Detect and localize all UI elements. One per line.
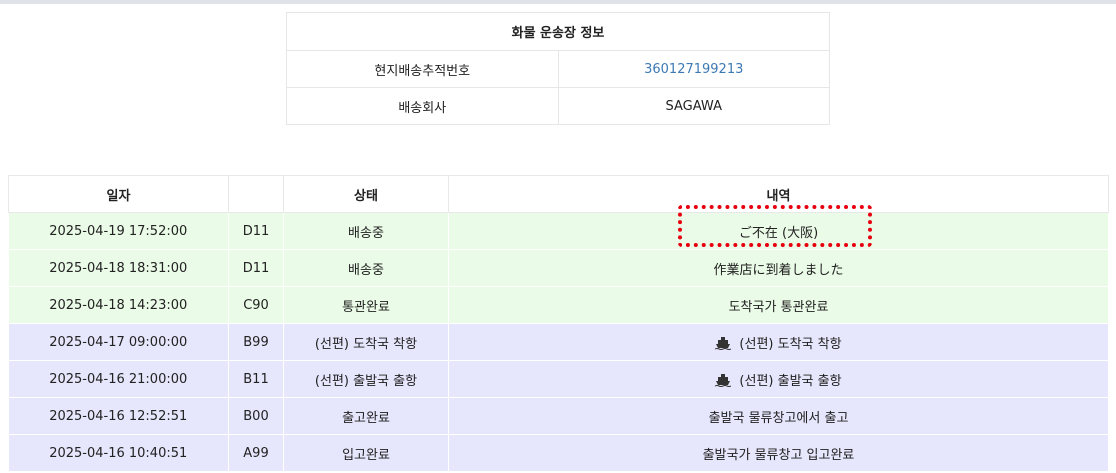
tracking-number-label: 현지배송추적번호 xyxy=(286,50,559,88)
row-code-text: B11 xyxy=(243,371,269,387)
row-status-text: 출고완료 xyxy=(342,410,390,426)
row-code: D11 xyxy=(228,249,284,287)
row-code: C90 xyxy=(228,286,284,324)
row-date-text: 2025-04-18 18:31:00 xyxy=(49,260,188,276)
row-status-text: (선편) 도착국 착항 xyxy=(314,336,418,352)
table-row: 2025-04-16 10:40:51 A99 입고완료 출발국가 물류창고 입고완료 xyxy=(8,434,1109,472)
row-date: 2025-04-18 18:31:00 xyxy=(8,249,229,287)
tracking-history-table: 일자 상태 내역 2025-04-19 17:52:00 D11 배송중 ご不在 (大… xyxy=(8,175,1109,472)
row-code-text: D11 xyxy=(242,260,270,276)
row-code-text: C90 xyxy=(243,297,269,313)
row-status-text: (선편) 출발국 출항 xyxy=(314,373,418,389)
table-row: 2025-04-19 17:52:00 D11 배송중 ご不在 (大阪) xyxy=(8,212,1109,250)
table-row: 2025-04-18 18:31:00 D11 배송중 作業店に到着しました xyxy=(8,249,1109,287)
row-status-text: 입고완료 xyxy=(342,447,390,463)
row-detail-text: 출발국 물류창고에서 출고 xyxy=(708,410,849,426)
row-date-text: 2025-04-16 10:40:51 xyxy=(49,445,188,461)
table-row: 2025-04-16 21:00:00 B11 (선편) 출발국 출항 (선편) 출발… xyxy=(8,360,1109,398)
tracking-number-value: 360127199213 xyxy=(557,50,830,88)
row-status: (선편) 출발국 출항 xyxy=(283,360,449,398)
ship-icon xyxy=(715,336,732,350)
row-detail-text: (선편) 도착국 착항 xyxy=(739,336,842,352)
row-code: B00 xyxy=(228,397,284,435)
top-border xyxy=(0,0,1116,4)
row-date: 2025-04-16 10:40:51 xyxy=(8,434,229,472)
row-detail: ご不在 (大阪) xyxy=(448,212,1109,250)
carrier-label: 배송회사 xyxy=(286,87,559,125)
row-detail-text: 도착국가 통관완료 xyxy=(728,299,829,315)
row-date: 2025-04-19 17:52:00 xyxy=(8,212,229,250)
column-header-date: 일자 xyxy=(8,175,229,213)
row-detail: 도착국가 통관완료 xyxy=(448,286,1109,324)
row-status: 배송중 xyxy=(283,212,449,250)
row-date-text: 2025-04-17 09:00:00 xyxy=(49,334,188,350)
row-code-text: A99 xyxy=(243,445,269,461)
row-status: 통관완료 xyxy=(283,286,449,324)
row-code-text: B00 xyxy=(243,408,269,424)
shipment-info-title: 화물 운송장 정보 xyxy=(286,12,830,51)
tracking-number-link[interactable]: 360127199213 xyxy=(644,62,743,77)
table-row: 2025-04-16 12:52:51 B00 출고완료 출발국 물류창고에서 출고 xyxy=(8,397,1109,435)
row-detail-text: ご不在 (大阪) xyxy=(738,225,819,241)
row-code: A99 xyxy=(228,434,284,472)
row-status: 출고완료 xyxy=(283,397,449,435)
shipment-info-row: 배송회사 SAGAWA xyxy=(286,87,830,125)
table-row: 2025-04-18 14:23:00 C90 통관완료 도착국가 통관완료 xyxy=(8,286,1109,324)
row-detail: (선편) 도착국 착항 xyxy=(448,323,1109,361)
row-detail-text: 출발국가 물류창고 입고완료 xyxy=(702,447,855,463)
row-status-text: 통관완료 xyxy=(342,299,390,315)
row-detail: 作業店に到着しました xyxy=(448,249,1109,287)
row-status-text: 배송중 xyxy=(348,262,384,278)
row-detail: 출발국 물류창고에서 출고 xyxy=(448,397,1109,435)
row-date-text: 2025-04-18 14:23:00 xyxy=(49,297,188,313)
row-date: 2025-04-16 12:52:51 xyxy=(8,397,229,435)
row-date: 2025-04-17 09:00:00 xyxy=(8,323,229,361)
carrier-value: SAGAWA xyxy=(557,87,830,125)
row-status-text: 배송중 xyxy=(348,225,384,241)
row-code-text: D11 xyxy=(242,223,270,239)
row-date: 2025-04-16 21:00:00 xyxy=(8,360,229,398)
column-header-code xyxy=(228,175,284,213)
shipment-info-row: 현지배송추적번호 360127199213 xyxy=(286,50,830,88)
row-detail-text: 作業店に到着しました xyxy=(713,262,844,278)
row-code: D11 xyxy=(228,212,284,250)
ship-icon xyxy=(715,373,732,387)
column-header-detail: 내역 xyxy=(448,175,1109,213)
row-detail-text: (선편) 출발국 출항 xyxy=(739,373,842,389)
row-status: (선편) 도착국 착항 xyxy=(283,323,449,361)
row-date-text: 2025-04-16 21:00:00 xyxy=(49,371,188,387)
row-detail: (선편) 출발국 출항 xyxy=(448,360,1109,398)
tracking-header-row: 일자 상태 내역 xyxy=(8,175,1109,213)
row-date-text: 2025-04-19 17:52:00 xyxy=(49,223,188,239)
row-status: 배송중 xyxy=(283,249,449,287)
row-date: 2025-04-18 14:23:00 xyxy=(8,286,229,324)
table-row: 2025-04-17 09:00:00 B99 (선편) 도착국 착항 (선편) 도착… xyxy=(8,323,1109,361)
shipment-info-table: 화물 운송장 정보 현지배송추적번호 360127199213 배송회사 SAG… xyxy=(286,12,830,125)
column-header-status: 상태 xyxy=(283,175,449,213)
row-status: 입고완료 xyxy=(283,434,449,472)
row-date-text: 2025-04-16 12:52:51 xyxy=(49,408,188,424)
row-detail: 출발국가 물류창고 입고완료 xyxy=(448,434,1109,472)
row-code: B99 xyxy=(228,323,284,361)
row-code-text: B99 xyxy=(243,334,269,350)
row-code: B11 xyxy=(228,360,284,398)
